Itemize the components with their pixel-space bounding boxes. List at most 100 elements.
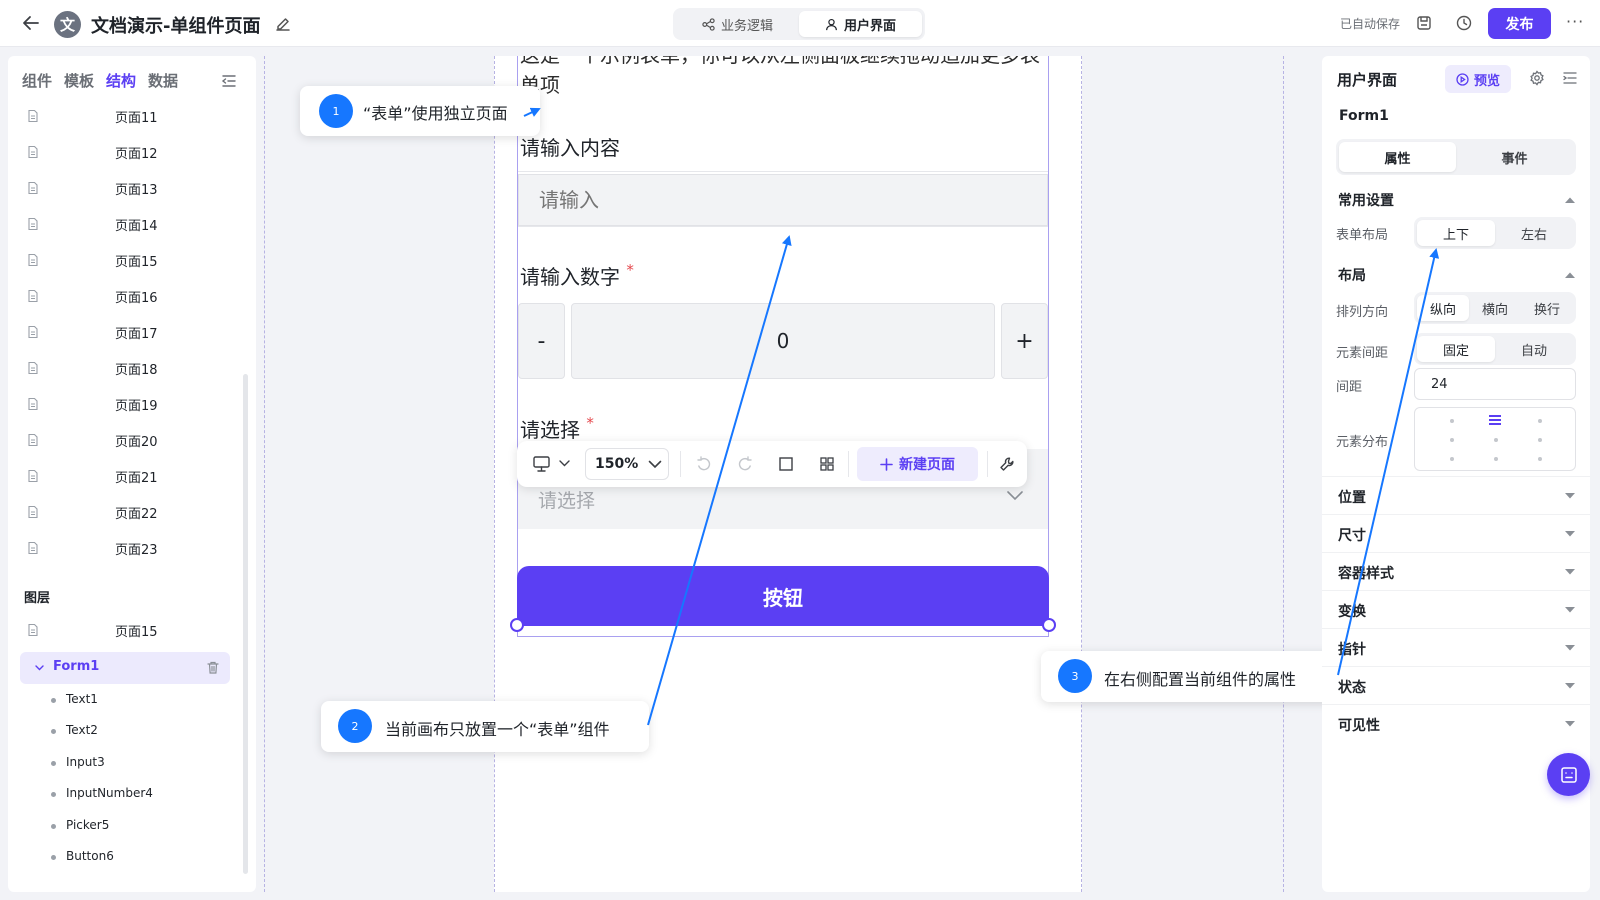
- redo-icon[interactable]: [734, 451, 756, 477]
- trash-icon[interactable]: [206, 660, 220, 675]
- device-switch-button[interactable]: [531, 451, 573, 477]
- form-component[interactable]: 这是一个示例表单，你可以从左侧面板继续拖动追加更多表单项 请输入内容 请输入数字…: [517, 56, 1049, 637]
- tab-properties[interactable]: 属性: [1339, 142, 1456, 172]
- distribution-option[interactable]: [1494, 438, 1498, 442]
- collapse-panel-icon[interactable]: [220, 72, 238, 90]
- spacing-auto[interactable]: 自动: [1495, 336, 1573, 362]
- collapsed-section[interactable]: 位置: [1322, 476, 1590, 514]
- zoom-select[interactable]: 150%: [585, 448, 669, 480]
- distribution-option[interactable]: [1538, 457, 1542, 461]
- publish-button[interactable]: 发布: [1488, 8, 1551, 39]
- page-list-item[interactable]: 页面20: [8, 422, 256, 458]
- layer-child-item[interactable]: Text1: [8, 686, 256, 716]
- chevron-up-icon[interactable]: [1564, 196, 1576, 204]
- settings-gear-icon[interactable]: [1529, 70, 1545, 86]
- section-layout[interactable]: 布局: [1338, 265, 1366, 285]
- resize-handle[interactable]: [510, 618, 524, 632]
- stepper-plus-button[interactable]: +: [1001, 303, 1048, 379]
- direction-horizontal[interactable]: 横向: [1469, 295, 1521, 321]
- required-mark: *: [586, 414, 594, 432]
- tab-events[interactable]: 事件: [1456, 142, 1573, 172]
- save-icon[interactable]: [1415, 14, 1433, 32]
- page-list-item[interactable]: 页面17: [8, 314, 256, 350]
- tab-user-interface[interactable]: 用户界面: [799, 11, 922, 37]
- preview-button[interactable]: 预览: [1445, 65, 1511, 93]
- distribution-option[interactable]: [1450, 438, 1454, 442]
- new-page-button[interactable]: 新建页面: [857, 447, 978, 481]
- page-list-item[interactable]: 页面18: [8, 350, 256, 386]
- page-list-item[interactable]: 页面15: [8, 242, 256, 278]
- page-list-item[interactable]: 页面14: [8, 206, 256, 242]
- section-common-settings[interactable]: 常用设置: [1338, 190, 1394, 210]
- distribution-option-active[interactable]: [1489, 415, 1501, 425]
- chevron-down-icon[interactable]: [34, 662, 45, 673]
- page-list-item[interactable]: 页面23: [8, 530, 256, 566]
- distribution-label: 元素分布: [1336, 435, 1389, 450]
- tab-structure[interactable]: 结构: [106, 70, 136, 91]
- layer-child-item[interactable]: InputNumber4: [8, 780, 256, 810]
- text-input-field[interactable]: [518, 174, 1048, 226]
- more-menu-button[interactable]: ···: [1566, 12, 1584, 31]
- history-icon[interactable]: [1455, 14, 1473, 32]
- distribution-option[interactable]: [1450, 419, 1454, 423]
- spacing-fixed[interactable]: 固定: [1417, 336, 1495, 362]
- back-arrow-icon[interactable]: [20, 12, 42, 34]
- page-file-icon: [28, 361, 38, 375]
- outline-list-icon[interactable]: [1562, 70, 1578, 86]
- page-list-item[interactable]: 页面21: [8, 458, 256, 494]
- stepper-minus-button[interactable]: -: [518, 303, 565, 379]
- gap-input[interactable]: [1414, 368, 1576, 400]
- grid-icon[interactable]: [816, 451, 838, 477]
- layer-page-item[interactable]: 页面15: [8, 612, 256, 648]
- collapsed-section[interactable]: 尺寸: [1322, 514, 1590, 552]
- page-list-item[interactable]: 页面19: [8, 386, 256, 422]
- callout-text: 在右侧配置当前组件的属性: [1104, 670, 1297, 689]
- page-list-item[interactable]: 页面22: [8, 494, 256, 530]
- callout-text: 当前画布只放置一个“表单”组件: [385, 720, 610, 739]
- collapsed-section[interactable]: 容器样式: [1322, 552, 1590, 590]
- assistant-chat-button[interactable]: [1547, 753, 1590, 796]
- undo-icon[interactable]: [693, 451, 715, 477]
- divider: [518, 171, 1048, 172]
- preview-label: 预览: [1473, 73, 1500, 89]
- page-list-item[interactable]: 页面16: [8, 278, 256, 314]
- section-label: 尺寸: [1338, 528, 1366, 544]
- page-list-item[interactable]: 页面11: [8, 98, 256, 134]
- distribution-option[interactable]: [1450, 457, 1454, 461]
- left-panel-scrollbar[interactable]: [243, 374, 248, 874]
- chevron-up-icon[interactable]: [1564, 271, 1576, 279]
- collapsed-section[interactable]: 指针: [1322, 628, 1590, 666]
- wrench-icon[interactable]: [995, 451, 1019, 477]
- layers-title: 图层: [24, 591, 51, 606]
- bullet-dot: [51, 855, 56, 860]
- layer-child-item[interactable]: Picker5: [8, 812, 256, 842]
- guide-line: [494, 56, 495, 892]
- distribution-option[interactable]: [1538, 419, 1542, 423]
- form-layout-vertical[interactable]: 上下: [1417, 220, 1495, 246]
- page-list-item[interactable]: 页面12: [8, 134, 256, 170]
- stepper-value-field[interactable]: 0: [571, 303, 995, 379]
- distribution-option[interactable]: [1494, 457, 1498, 461]
- layer-child-item[interactable]: Button6: [8, 843, 256, 873]
- distribution-option[interactable]: [1538, 438, 1542, 442]
- form-submit-button[interactable]: 按钮: [517, 566, 1049, 626]
- direction-wrap[interactable]: 换行: [1521, 295, 1573, 321]
- layer-child-item[interactable]: Input3: [8, 749, 256, 779]
- collapsed-section[interactable]: 状态: [1322, 666, 1590, 704]
- divider: [848, 451, 849, 477]
- page-list-item[interactable]: 页面13: [8, 170, 256, 206]
- tab-components[interactable]: 组件: [22, 70, 52, 91]
- layer-child-item[interactable]: Text2: [8, 717, 256, 747]
- page-label: 页面12: [115, 146, 158, 162]
- edit-pencil-icon[interactable]: [274, 15, 292, 33]
- tab-business-logic[interactable]: 业务逻辑: [676, 11, 799, 37]
- layer-form-item[interactable]: Form1: [20, 652, 230, 684]
- collapsed-section[interactable]: 可见性: [1322, 704, 1590, 742]
- direction-vertical[interactable]: 纵向: [1417, 295, 1469, 321]
- form-layout-horizontal[interactable]: 左右: [1495, 220, 1573, 246]
- tab-templates[interactable]: 模板: [64, 70, 94, 91]
- frame-icon[interactable]: [775, 451, 797, 477]
- resize-handle[interactable]: [1042, 618, 1056, 632]
- tab-data[interactable]: 数据: [148, 70, 178, 91]
- collapsed-section[interactable]: 变换: [1322, 590, 1590, 628]
